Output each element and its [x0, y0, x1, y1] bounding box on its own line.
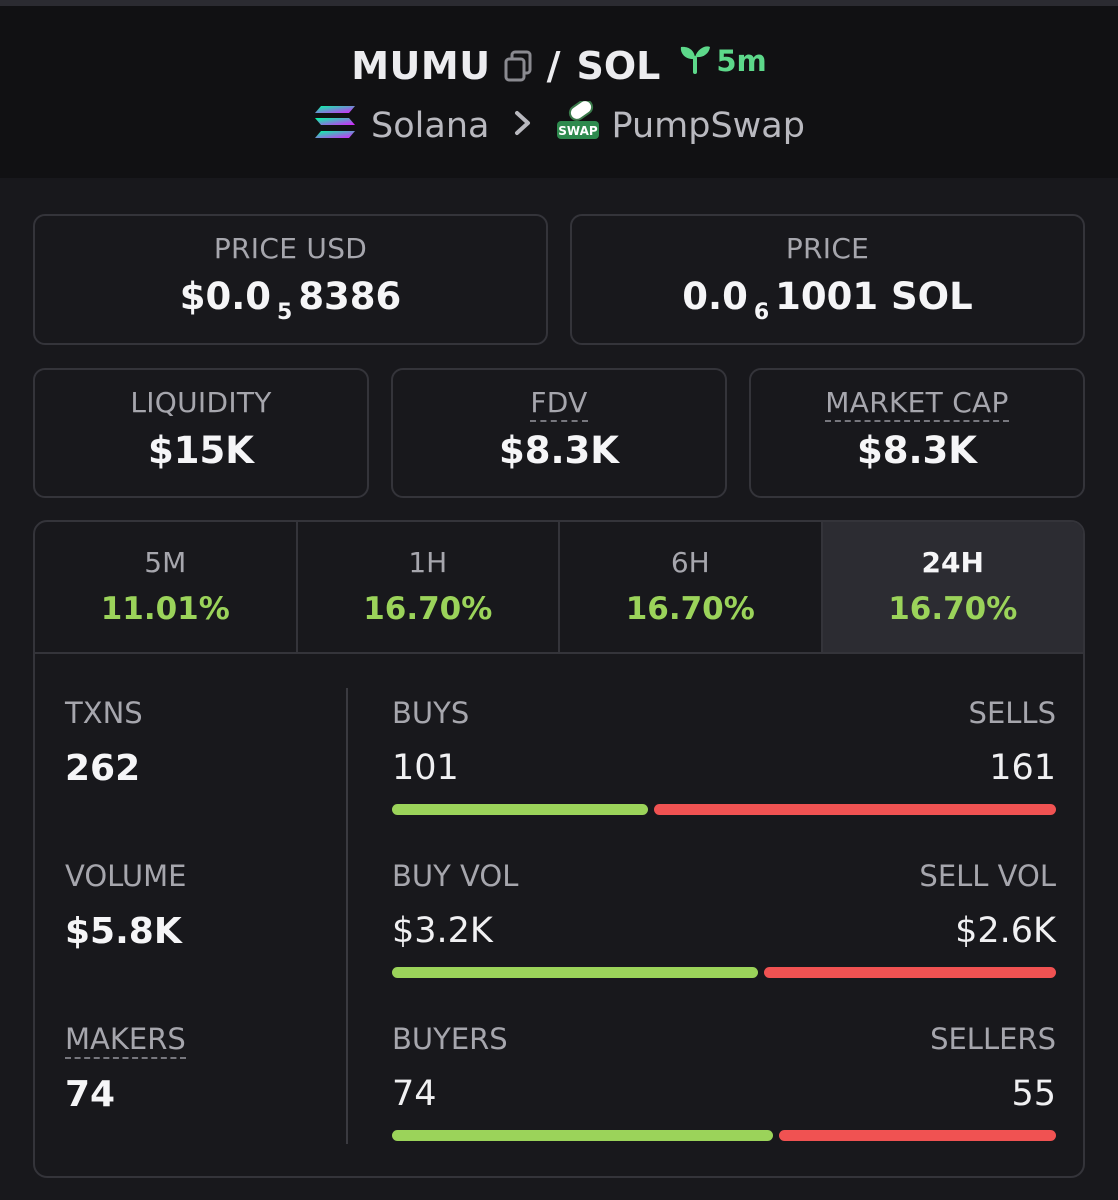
sells-bar-fill [653, 804, 1056, 815]
tab-5m-change: 11.01% [100, 591, 230, 627]
makers-stat: MAKERS 74 [65, 1022, 345, 1176]
tab-1h-label: 1H [408, 546, 448, 579]
price-usd-label: PRICE USD [213, 232, 368, 265]
tab-6h-change: 16.70% [625, 591, 755, 627]
tab-6h-label: 6H [670, 546, 710, 579]
chevron-right-icon [489, 106, 555, 146]
buys-sells-split: BUYS SELLS 101 161 [392, 696, 1056, 859]
tab-24h-change: 16.70% [888, 591, 1018, 627]
splits-column: BUYS SELLS 101 161 BUY VOL SELL VOL $3.2… [392, 696, 1056, 1176]
tab-6h[interactable]: 6H 16.70% [560, 522, 823, 652]
buy-vol-bar-fill [392, 967, 759, 978]
tab-5m-label: 5M [144, 546, 187, 579]
totals-column: TXNS 262 VOLUME $5.8K MAKERS 74 [65, 696, 345, 1176]
timeframe-tabs: 5M 11.01% 1H 16.70% 6H 16.70% 24H 16.70% [35, 522, 1083, 654]
txns-label: TXNS [65, 696, 143, 730]
fdv-label[interactable]: FDV [530, 386, 588, 422]
pair-title: MUMU / SOL 5m [0, 38, 1118, 94]
tab-1h-change: 16.70% [363, 591, 493, 627]
stats-panel: 5M 11.01% 1H 16.70% 6H 16.70% 24H 16.70%… [33, 520, 1085, 1178]
fdv-value: $8.3K [499, 429, 619, 472]
price-native-value: 0.0 6 1001 SOL [572, 275, 1083, 325]
pumpswap-logo-icon: SWAP [555, 98, 611, 152]
makers-value: 74 [65, 1074, 116, 1115]
volume-value: $5.8K [65, 911, 182, 952]
pair-header: MUMU / SOL 5m Solana SWAP PumpSwap [0, 0, 1118, 178]
tab-5m[interactable]: 5M 11.01% [35, 522, 298, 652]
chain-link[interactable]: Solana [371, 106, 489, 146]
price-usd-card: PRICE USD $0.0 5 8386 [33, 214, 548, 345]
buys-label: BUYS [392, 696, 470, 730]
tab-1h[interactable]: 1H 16.70% [298, 522, 560, 652]
pair-separator: / [546, 44, 561, 88]
fdv-card: FDV $8.3K [391, 368, 727, 498]
price-native-digits: 1001 SOL [775, 275, 973, 318]
token-symbol: MUMU [351, 44, 491, 88]
market-cap-label[interactable]: MARKET CAP [825, 386, 1009, 422]
buys-sells-bar [392, 804, 1056, 815]
sell-vol-value: $2.6K [955, 911, 1056, 951]
age-text: 5m [716, 44, 767, 78]
price-native-label: PRICE [785, 232, 870, 265]
price-usd-zero-count: 5 [277, 300, 293, 325]
volume-split: BUY VOL SELL VOL $3.2K $2.6K [392, 859, 1056, 1022]
buyers-label: BUYERS [392, 1022, 508, 1056]
sell-vol-label: SELL VOL [919, 859, 1056, 893]
dex-link[interactable]: PumpSwap [611, 106, 805, 146]
buy-vol-label: BUY VOL [392, 859, 519, 893]
buys-bar-fill [392, 804, 648, 815]
liquidity-label: LIQUIDITY [130, 386, 272, 419]
solana-logo-icon [313, 104, 371, 149]
price-usd-value: $0.0 5 8386 [35, 275, 546, 325]
buyers-bar-fill [392, 1130, 773, 1141]
buyers-sellers-bar [392, 1130, 1056, 1141]
liquidity-value: $15K [148, 429, 254, 472]
svg-text:SWAP: SWAP [559, 124, 599, 138]
price-usd-digits: 8386 [298, 275, 402, 318]
quote-symbol: SOL [576, 44, 661, 88]
price-native-zero-count: 6 [753, 300, 770, 325]
sellers-value: 55 [1011, 1074, 1056, 1114]
volume-bar [392, 967, 1056, 978]
buyers-value: 74 [392, 1074, 437, 1114]
volume-label: VOLUME [65, 859, 187, 893]
liquidity-card: LIQUIDITY $15K [33, 368, 369, 498]
price-native-prefix: 0.0 [682, 275, 748, 318]
tab-24h-label: 24H [921, 546, 984, 579]
sprout-icon [678, 44, 712, 78]
column-divider [346, 688, 348, 1144]
sells-label: SELLS [968, 696, 1056, 730]
txns-value: 262 [65, 748, 141, 789]
volume-stat: VOLUME $5.8K [65, 859, 345, 1022]
buyers-sellers-split: BUYERS SELLERS 74 55 [392, 1022, 1056, 1176]
market-cap-card: MARKET CAP $8.3K [749, 368, 1085, 498]
breadcrumb: Solana SWAP PumpSwap [0, 98, 1118, 152]
makers-label[interactable]: MAKERS [65, 1022, 186, 1059]
txns-stat: TXNS 262 [65, 696, 345, 859]
top-divider [0, 0, 1118, 6]
market-cap-value: $8.3K [857, 429, 977, 472]
sellers-bar-fill [778, 1130, 1056, 1141]
tab-24h[interactable]: 24H 16.70% [822, 522, 1083, 652]
sellers-label: SELLERS [930, 1022, 1056, 1056]
buy-vol-value: $3.2K [392, 911, 493, 951]
price-usd-prefix: $0.0 [179, 275, 271, 318]
copy-icon[interactable] [503, 50, 533, 82]
pair-age: 5m [678, 44, 767, 78]
price-native-card: PRICE 0.0 6 1001 SOL [570, 214, 1085, 345]
sell-vol-bar-fill [764, 967, 1056, 978]
sells-value: 161 [989, 748, 1056, 788]
buys-value: 101 [392, 748, 459, 788]
